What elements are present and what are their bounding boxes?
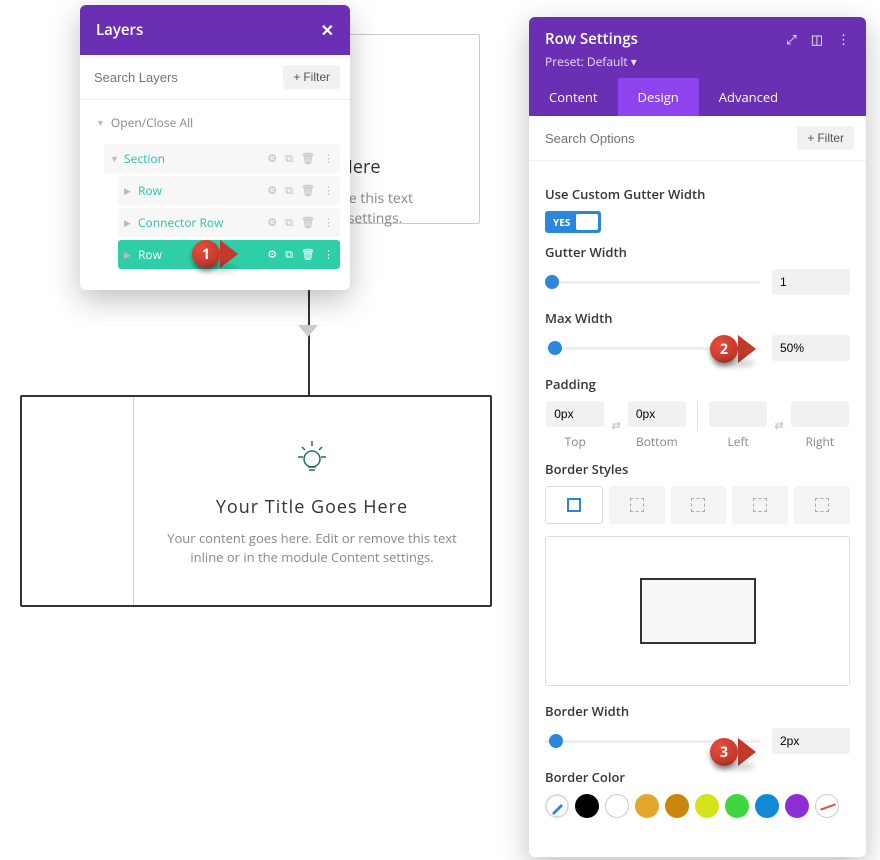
trash-icon[interactable]: 🗑 — [301, 183, 315, 198]
caption-bottom: Bottom — [636, 433, 678, 450]
padding-bottom-input[interactable] — [628, 401, 686, 427]
trash-icon[interactable]: 🗑 — [301, 215, 315, 230]
swatch-amber[interactable] — [665, 794, 689, 818]
caption-top: Top — [565, 433, 586, 450]
more-icon[interactable]: ⋮ — [323, 247, 334, 262]
padding-top-input[interactable] — [546, 401, 604, 427]
settings-tabs: Content Design Advanced — [529, 78, 866, 116]
tab-advanced[interactable]: Advanced — [699, 78, 798, 116]
layer-item-connector-row[interactable]: ▶ Connector Row ⚙ ⧉ 🗑 ⋮ — [118, 208, 340, 237]
label-border-width: Border Width — [545, 702, 850, 720]
annotation-marker-2: 2 — [710, 335, 762, 363]
duplicate-icon[interactable]: ⧉ — [285, 183, 293, 198]
custom-gutter-toggle[interactable]: YES — [545, 211, 601, 233]
chevron-right-icon: ▶ — [124, 248, 134, 261]
more-icon[interactable]: ⋮ — [323, 183, 334, 198]
close-icon[interactable]: ✕ — [321, 19, 334, 41]
border-style-right[interactable] — [671, 486, 727, 524]
layers-title: Layers — [96, 20, 143, 40]
swatch-yellowgreen[interactable] — [695, 794, 719, 818]
border-style-bottom[interactable] — [732, 486, 788, 524]
more-icon[interactable]: ⋮ — [837, 30, 850, 48]
more-icon[interactable]: ⋮ — [323, 215, 334, 230]
layer-item-section[interactable]: ▼ Section ⚙ ⧉ 🗑 ⋮ — [104, 144, 340, 173]
gutter-width-slider[interactable] — [545, 272, 760, 292]
tab-design[interactable]: Design — [618, 78, 699, 116]
card-title: Your Title Goes Here — [164, 495, 460, 519]
chevron-right-icon: ▶ — [124, 184, 134, 197]
swatch-black[interactable] — [575, 794, 599, 818]
swatch-white[interactable] — [605, 794, 629, 818]
content-card[interactable]: Your Title Goes Here Your content goes h… — [20, 395, 492, 607]
padding-right-input[interactable] — [791, 401, 849, 427]
chevron-right-icon: ▶ — [124, 216, 134, 229]
panel-anchor-arrow-icon — [298, 325, 318, 337]
card-body: Your content goes here. Edit or remove t… — [164, 529, 460, 568]
border-style-top[interactable] — [609, 486, 665, 524]
color-picker-icon[interactable] — [545, 794, 569, 818]
trash-icon[interactable]: 🗑 — [301, 247, 315, 262]
padding-left-input[interactable] — [709, 401, 767, 427]
border-color-swatches — [545, 794, 850, 818]
swatch-none[interactable] — [815, 794, 839, 818]
swatch-orange[interactable] — [635, 794, 659, 818]
gear-icon[interactable]: ⚙ — [267, 215, 277, 230]
open-close-all[interactable]: ▼ Open/Close All — [90, 110, 340, 141]
row-settings-panel: Row Settings ⤢ ◫ ⋮ Preset: Default ▾ Con… — [529, 17, 866, 857]
max-width-input[interactable] — [772, 335, 850, 361]
border-style-left[interactable] — [794, 486, 850, 524]
label-border-color: Border Color — [545, 768, 850, 786]
gear-icon[interactable]: ⚙ — [267, 183, 277, 198]
link-icon[interactable]: ⇄ — [774, 418, 783, 433]
border-width-input[interactable] — [772, 728, 850, 754]
gear-icon[interactable]: ⚙ — [267, 151, 277, 166]
label-padding: Padding — [545, 375, 850, 393]
chevron-down-icon: ▼ — [96, 116, 105, 129]
duplicate-icon[interactable]: ⧉ — [285, 151, 293, 166]
duplicate-icon[interactable]: ⧉ — [285, 215, 293, 230]
annotation-marker-3: 3 — [710, 738, 762, 766]
swatch-green[interactable] — [725, 794, 749, 818]
preset-dropdown[interactable]: Preset: Default ▾ — [545, 53, 850, 70]
border-preview — [545, 536, 850, 686]
chevron-down-icon: ▼ — [110, 152, 120, 165]
layer-item-row[interactable]: ▶ Row ⚙ ⧉ 🗑 ⋮ — [118, 176, 340, 205]
gutter-width-input[interactable] — [772, 269, 850, 295]
label-max-width: Max Width — [545, 309, 850, 327]
expand-icon[interactable]: ⤢ — [786, 30, 796, 48]
gear-icon[interactable]: ⚙ — [267, 247, 277, 262]
label-custom-gutter: Use Custom Gutter Width — [545, 185, 850, 203]
branch-line — [20, 337, 590, 397]
label-border-styles: Border Styles — [545, 460, 850, 478]
settings-title: Row Settings — [545, 29, 638, 49]
link-icon[interactable]: ⇄ — [611, 418, 620, 433]
layers-search-input[interactable] — [90, 66, 277, 89]
lightbulb-icon — [290, 435, 334, 479]
border-style-all[interactable] — [545, 486, 603, 524]
label-gutter-width: Gutter Width — [545, 243, 850, 261]
settings-filter-button[interactable]: +Filter — [797, 126, 854, 150]
split-view-icon[interactable]: ◫ — [811, 30, 823, 48]
annotation-marker-1: 1 — [192, 240, 244, 268]
swatch-blue[interactable] — [755, 794, 779, 818]
settings-search-input[interactable] — [541, 127, 791, 150]
swatch-purple[interactable] — [785, 794, 809, 818]
tab-content[interactable]: Content — [529, 78, 618, 116]
caption-left: Left — [727, 433, 748, 450]
caption-right: Right — [806, 433, 835, 450]
trash-icon[interactable]: 🗑 — [301, 151, 315, 166]
more-icon[interactable]: ⋮ — [323, 151, 334, 166]
duplicate-icon[interactable]: ⧉ — [285, 247, 293, 262]
layers-filter-button[interactable]: +Filter — [283, 65, 340, 89]
